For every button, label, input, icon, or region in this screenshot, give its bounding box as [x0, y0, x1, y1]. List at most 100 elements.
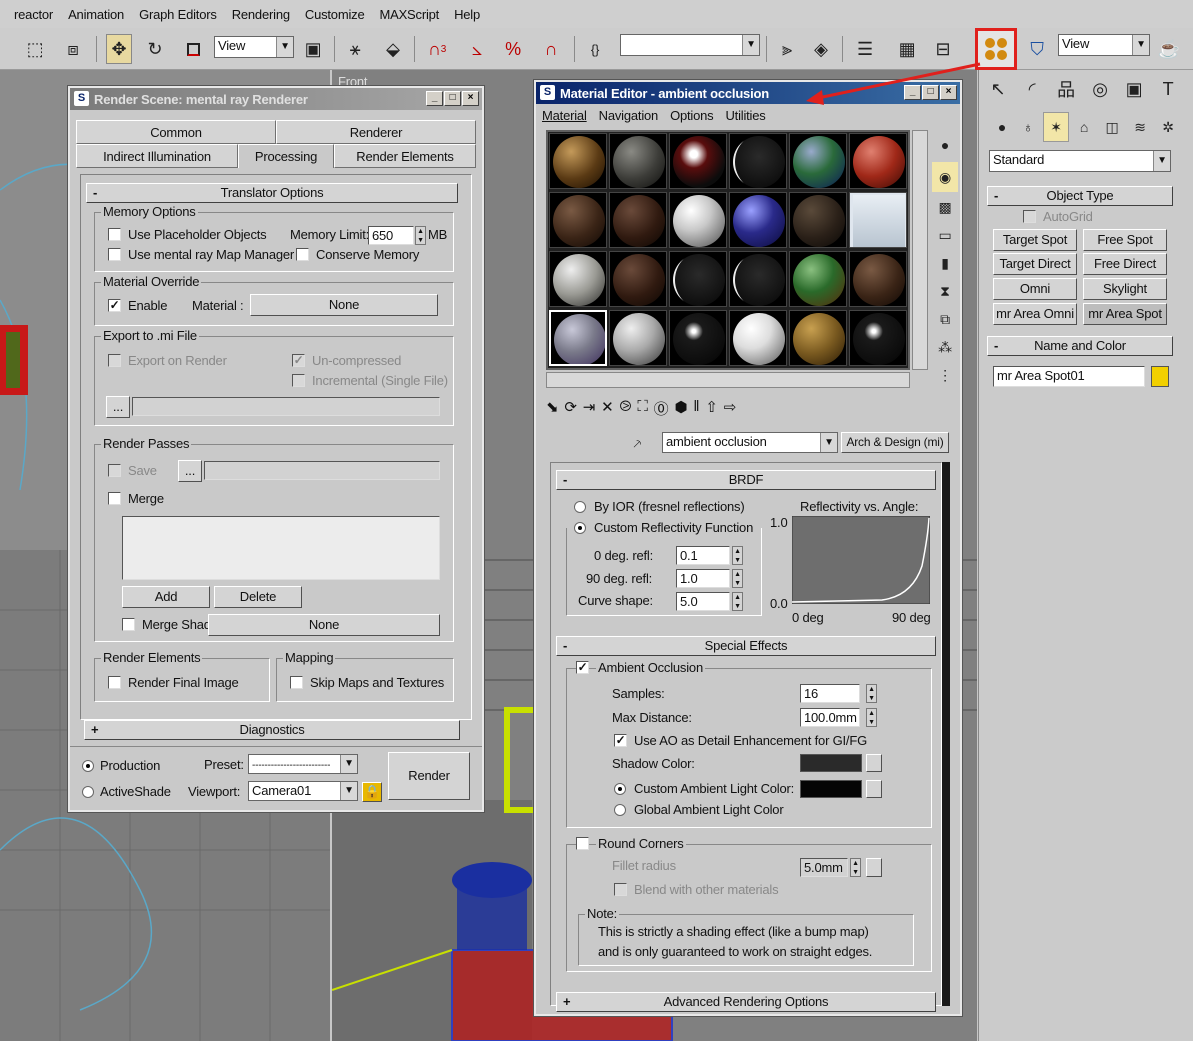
merge-checkbox[interactable] [108, 492, 121, 505]
brdf-rollout[interactable]: - BRDF [556, 470, 936, 490]
samples-spinner[interactable]: ▲ ▼ [866, 684, 877, 703]
blend-checkbox[interactable] [614, 883, 627, 896]
incremental-checkbox[interactable] [292, 374, 305, 387]
uncompressed-checkbox[interactable]: ✓ [292, 354, 305, 367]
menu-utilities[interactable]: Utilities [725, 108, 765, 123]
autogrid-checkbox[interactable] [1023, 210, 1036, 223]
mr-area-spot-button[interactable]: mr Area Spot [1083, 303, 1167, 325]
samples-field[interactable]: 16 [800, 684, 860, 703]
put-to-scene-icon[interactable]: ⟳ [564, 398, 577, 419]
tab-indirect-illumination[interactable]: Indirect Illumination [76, 144, 238, 168]
menu-material[interactable]: Material [542, 108, 587, 123]
sample-slot[interactable] [789, 192, 847, 248]
sample-slot[interactable] [669, 310, 727, 366]
helpers-icon[interactable]: ◫ [1099, 112, 1125, 142]
move-icon[interactable]: ✥ [106, 34, 132, 64]
sample-slot[interactable] [609, 192, 667, 248]
snap-icon[interactable]: ∩ 3 [424, 34, 450, 64]
maximize-icon[interactable]: □ [444, 91, 461, 106]
render-viewport-combo[interactable]: View ▼ [1058, 34, 1150, 56]
slots-vertical-scrollbar[interactable] [912, 130, 928, 370]
use-map-manager-checkbox[interactable] [108, 248, 121, 261]
advanced-rendering-rollout[interactable]: + Advanced Rendering Options [556, 992, 936, 1012]
sample-slot[interactable] [729, 192, 787, 248]
deg0-field[interactable]: 0.1 [676, 546, 730, 565]
lock-icon[interactable]: 🔒 [362, 782, 382, 802]
spacewarps-icon[interactable]: ≋ [1127, 112, 1153, 142]
special-effects-rollout[interactable]: - Special Effects [556, 636, 936, 656]
spinner-snap-icon[interactable]: ∩ [538, 34, 564, 64]
select-region-icon[interactable]: ⬚ [22, 34, 48, 64]
merge-shader-checkbox[interactable] [122, 618, 135, 631]
memory-limit-spinner[interactable]: ▲ ▼ [415, 226, 426, 245]
menu-graph-editors[interactable]: Graph Editors [139, 7, 217, 22]
global-ambient-radio[interactable] [614, 804, 626, 816]
render-button[interactable]: Render [388, 752, 470, 800]
sample-slot[interactable] [849, 192, 907, 248]
material-name-combo[interactable]: ambient occlusion ▼ [662, 432, 838, 453]
window-crossing-icon[interactable]: ⧈ [60, 34, 86, 64]
skip-maps-checkbox[interactable] [290, 676, 303, 689]
minimize-icon[interactable]: _ [426, 91, 443, 106]
menu-customize[interactable]: Customize [305, 7, 365, 22]
category-combo[interactable]: Standard ▼ [989, 150, 1171, 172]
menu-help[interactable]: Help [454, 7, 480, 22]
options-icon[interactable]: ⧉ [932, 304, 958, 334]
material-id-icon[interactable]: ⓪ [654, 398, 669, 419]
free-direct-button[interactable]: Free Direct [1083, 253, 1167, 275]
sample-type-icon[interactable]: ● [932, 130, 958, 160]
sample-slot[interactable] [789, 133, 847, 189]
material-type-button[interactable]: Arch & Design (mi) [841, 432, 949, 453]
geometry-icon[interactable]: ● [989, 112, 1015, 142]
angle-snap-icon[interactable]: ⦣ [464, 34, 490, 64]
use-ao-detail-checkbox[interactable]: ✓ [614, 734, 627, 747]
use-placeholder-checkbox[interactable] [108, 228, 121, 241]
tab-common[interactable]: Common [76, 120, 276, 144]
mr-area-omni-button[interactable]: mr Area Omni [993, 303, 1077, 325]
curve-shape-field[interactable]: 5.0 [676, 592, 730, 611]
tab-renderer[interactable]: Renderer [276, 120, 476, 144]
skylight-button[interactable]: Skylight [1083, 278, 1167, 300]
edit-named-selection-icon[interactable]: {} [582, 34, 608, 64]
omni-button[interactable]: Omni [993, 278, 1077, 300]
override-material-button[interactable]: None [250, 294, 438, 316]
lights-icon[interactable]: ✶ [1043, 112, 1069, 142]
sample-slot[interactable] [849, 251, 907, 307]
target-direct-button[interactable]: Target Direct [993, 253, 1077, 275]
deg90-field[interactable]: 1.0 [676, 569, 730, 588]
viewport-combo[interactable]: Camera01 ▼ [248, 781, 358, 801]
select-by-material-icon[interactable]: ⁂ [932, 332, 958, 362]
export-on-render-checkbox[interactable] [108, 354, 121, 367]
slots-horizontal-scrollbar[interactable] [546, 372, 910, 388]
custom-ambient-map-button[interactable] [866, 780, 882, 798]
params-scrollbar[interactable] [942, 462, 950, 1006]
sample-slot[interactable] [669, 133, 727, 189]
merge-shader-button[interactable]: None [208, 614, 440, 636]
round-corners-checkbox[interactable] [576, 837, 589, 850]
modify-tab-icon[interactable]: ◜ [1019, 74, 1045, 104]
deg0-spinner[interactable]: ▲ ▼ [732, 546, 743, 565]
sample-slot[interactable] [789, 310, 847, 366]
menu-animation[interactable]: Animation [68, 7, 124, 22]
reset-map-icon[interactable]: ✕ [601, 398, 614, 419]
menu-maxscript[interactable]: MAXScript [379, 7, 439, 22]
delete-button[interactable]: Delete [214, 586, 302, 608]
pivot-icon[interactable]: ▣ [300, 34, 326, 64]
export-path-field[interactable] [132, 397, 440, 416]
name-color-rollout[interactable]: - Name and Color [987, 336, 1173, 356]
rotate-icon[interactable]: ↻ [142, 34, 168, 64]
sample-slot[interactable] [609, 251, 667, 307]
sample-slot[interactable] [669, 192, 727, 248]
percent-snap-icon[interactable]: % [500, 34, 526, 64]
sample-slot[interactable] [729, 251, 787, 307]
memory-limit-field[interactable]: 650 [368, 226, 414, 245]
max-distance-spinner[interactable]: ▲ ▼ [866, 708, 877, 727]
close-icon[interactable]: × [462, 91, 479, 106]
sample-slot[interactable] [729, 133, 787, 189]
background-icon[interactable]: ▩ [932, 192, 958, 222]
custom-ambient-swatch[interactable] [800, 780, 862, 798]
pick-material-icon[interactable]: ⸕ [632, 435, 643, 451]
production-radio[interactable] [82, 760, 94, 772]
passes-browse-button[interactable]: ... [178, 460, 202, 482]
passes-path-field[interactable] [204, 461, 440, 480]
